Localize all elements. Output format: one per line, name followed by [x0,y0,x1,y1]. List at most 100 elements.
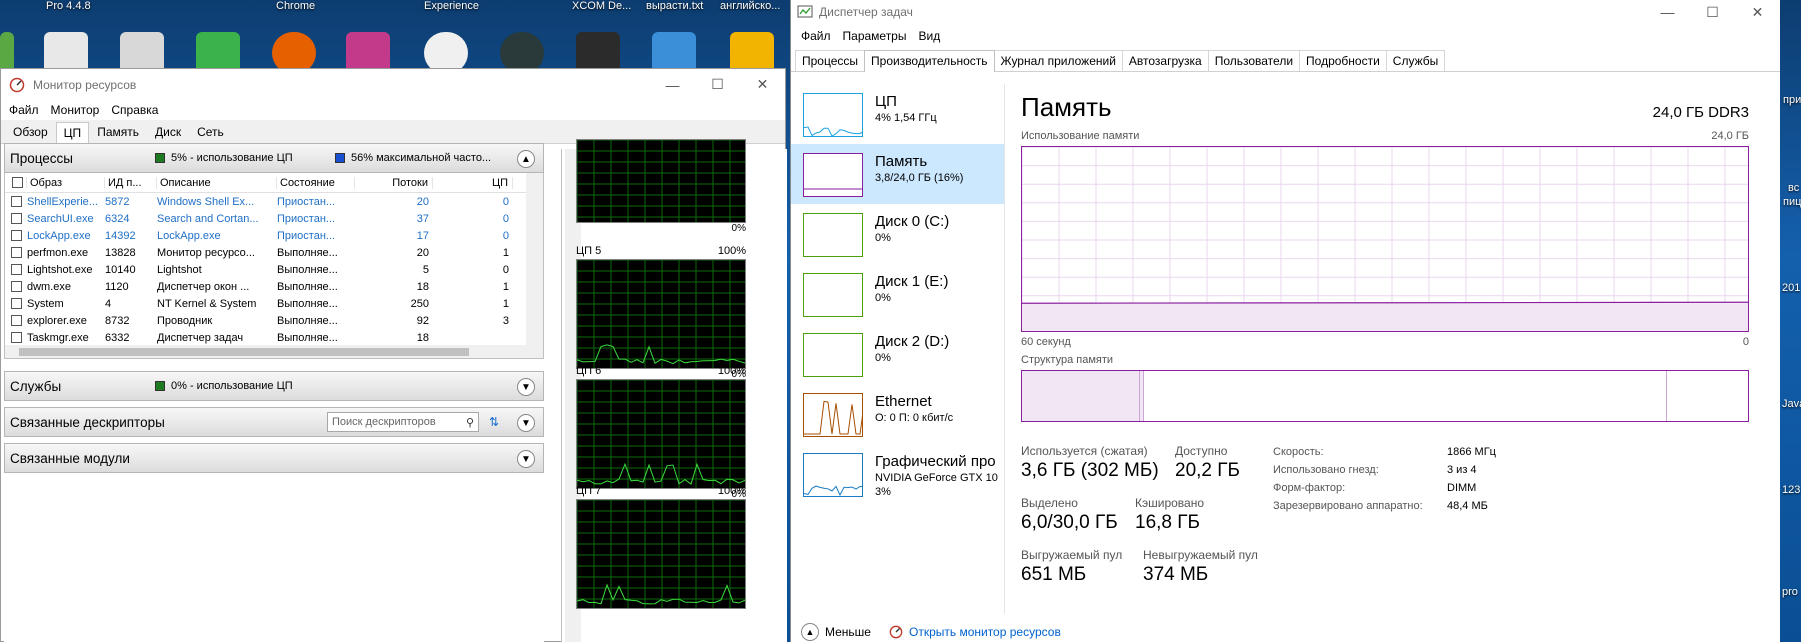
chevron-up-icon[interactable]: ▲ [801,623,819,641]
stat-value: 20,2 ГБ [1175,460,1241,481]
desktop-label[interactable]: XCOM De... [572,0,631,12]
close-button[interactable]: ✕ [740,69,785,100]
row-checkbox[interactable] [5,247,27,258]
desktop-label[interactable]: pro [1782,586,1798,598]
column-header[interactable]: Состояние [277,176,355,189]
sidebar-item-detail: 0% [875,292,891,304]
resmon-titlebar[interactable]: Монитор ресурсов — ☐ ✕ [1,69,785,100]
row-checkbox[interactable] [5,213,27,224]
scrollbar-thumb[interactable] [19,348,469,356]
desktop-label[interactable]: Java [1782,398,1801,410]
desktop-label[interactable]: 123 [1782,484,1800,496]
menu-file[interactable]: Файл [795,29,837,43]
sidebar-item[interactable]: Диск 1 (E:) 0% [791,264,1004,324]
row-checkbox[interactable] [5,196,27,207]
sidebar-item[interactable]: Память 3,8/24,0 ГБ (16%) [791,144,1004,204]
collapse-chevron-up-icon[interactable]: ▲ [517,150,535,168]
table-row[interactable]: ShellExperie... 5872 Windows Shell Ex... Пр… [5,193,543,210]
menu-options[interactable]: Параметры [837,29,913,43]
desktop-label[interactable]: пиц [1783,196,1801,208]
menu-help[interactable]: Справка [105,103,164,117]
table-row[interactable]: System 4 NT Kernel & System Выполняе... 250 1 [5,295,543,312]
row-checkbox[interactable] [5,281,27,292]
sidebar-item[interactable]: Диск 0 (C:) 0% [791,204,1004,264]
sidebar-item-detail: 4% 1,54 ГГц [875,112,937,124]
table-header: Образ ИД п... Описание Состояние Потоки … [5,173,543,193]
row-checkbox[interactable] [5,264,27,275]
column-header[interactable]: Описание [157,176,277,189]
tab-network[interactable]: Сеть [189,121,232,143]
table-row[interactable]: LockApp.exe 14392 LockApp.exe Приостан... 17… [5,227,543,244]
sidebar-item[interactable]: Диск 2 (D:) 0% [791,324,1004,384]
table-row[interactable]: explorer.exe 8732 Проводник Выполняе... 92 3 [5,312,543,329]
tab-details[interactable]: Подробности [1299,50,1387,71]
desktop-label[interactable]: Pro 4.4.8 [46,0,91,12]
horizontal-scrollbar[interactable] [4,345,544,359]
expand-chevron-down-icon[interactable]: ▼ [517,378,535,396]
minimize-button[interactable]: — [650,69,695,100]
menu-monitor[interactable]: Монитор [45,103,106,117]
row-checkbox[interactable] [5,230,27,241]
desktop-label[interactable]: английско... [720,0,780,12]
menu-file[interactable]: Файл [3,103,45,117]
handles-section-header[interactable]: Связанные дескрипторы Поиск дескрипторов… [4,407,544,437]
maximize-button[interactable]: ☐ [695,69,740,100]
sidebar-item[interactable]: Графический про NVIDIA GeForce GTX 10 3% [791,444,1004,504]
table-row[interactable]: Lightshot.exe 10140 Lightshot Выполняе... 5 0 [5,261,543,278]
table-row[interactable]: dwm.exe 1120 Диспетчер окон ... Выполняе...… [5,278,543,295]
tab-memory[interactable]: Память [89,121,147,143]
desktop-label[interactable]: Chrome [276,0,315,12]
tab-cpu[interactable]: ЦП [55,122,90,144]
tab-users[interactable]: Пользователи [1207,50,1301,71]
column-header[interactable]: ИД п... [105,176,157,189]
tab-overview[interactable]: Обзор [5,121,56,143]
sidebar-item[interactable]: ЦП 4% 1,54 ГГц [791,84,1004,144]
cpu-core-graph: ЦП 6 100% 0% [576,365,746,503]
refresh-search-icon[interactable]: ⇅ [489,415,499,429]
tab-startup[interactable]: Автозагрузка [1121,50,1209,71]
tab-processes[interactable]: Процессы [795,50,866,71]
cell-cpu: 0 [502,229,509,242]
tab-disk[interactable]: Диск [147,121,189,143]
search-icon[interactable]: ⚲ [466,416,474,429]
row-checkbox[interactable] [5,315,27,326]
cell-pid: 10140 [105,263,136,276]
column-header[interactable]: ЦП [433,176,513,189]
open-resource-monitor-link[interactable]: Открыть монитор ресурсов [909,625,1061,639]
vertical-scrollbar[interactable] [526,173,543,345]
table-row[interactable]: SearchUI.exe 6324 Search and Cortan... Прио… [5,210,543,227]
cpu-graphs-pane: 0% ЦП 5 100% 0% ЦП 6 100% 0% ЦП 7 100% [561,139,787,642]
minimize-button[interactable]: — [1645,0,1690,24]
handles-search-input[interactable]: Поиск дескрипторов ⚲ [327,412,479,432]
expand-chevron-down-icon[interactable]: ▼ [517,414,535,432]
desktop-label[interactable]: вырасти.txt [646,0,703,12]
fewer-details-link[interactable]: Меньше [825,625,871,639]
tab-services[interactable]: Службы [1385,50,1446,71]
maximize-button[interactable]: ☐ [1690,0,1735,24]
column-header[interactable]: Образ [27,176,105,189]
select-all-checkbox[interactable] [5,177,27,188]
modules-section-header[interactable]: Связанные модули ▼ [4,443,544,473]
desktop-label[interactable]: Experience [424,0,479,12]
menu-view[interactable]: Вид [912,29,946,43]
tab-performance[interactable]: Производительность [864,50,995,72]
processes-section-header[interactable]: Процессы 5% - использование ЦП 56% макси… [4,143,544,173]
table-row[interactable]: perfmon.exe 13828 Монитор ресурсо... Выполн… [5,244,543,261]
row-checkbox[interactable] [5,298,27,309]
expand-chevron-down-icon[interactable]: ▼ [517,450,535,468]
services-section-header[interactable]: Службы 0% - использование ЦП ▼ [4,371,544,401]
desktop-label[interactable]: вс [1788,182,1799,194]
column-header[interactable]: Потоки [355,176,433,189]
cell-image: Lightshot.exe [27,263,93,276]
cell-state: Выполняе... [277,314,338,327]
taskmgr-tabs: Процессы Производительность Журнал прило… [791,48,1780,72]
desktop-label[interactable]: при [1783,94,1801,106]
close-button[interactable]: ✕ [1735,0,1780,24]
desktop-label[interactable]: 201 [1782,282,1800,294]
sidebar-item[interactable]: Ethernet О: 0 П: 0 кбит/с [791,384,1004,444]
tab-app-history[interactable]: Журнал приложений [993,50,1123,71]
sidebar-item-detail: NVIDIA GeForce GTX 10 [875,472,998,484]
row-checkbox[interactable] [5,332,27,343]
taskmgr-titlebar[interactable]: Диспетчер задач — ☐ ✕ [791,0,1780,24]
table-row[interactable]: Taskmgr.exe 6332 Диспетчер задач Выполняе..… [5,329,543,345]
